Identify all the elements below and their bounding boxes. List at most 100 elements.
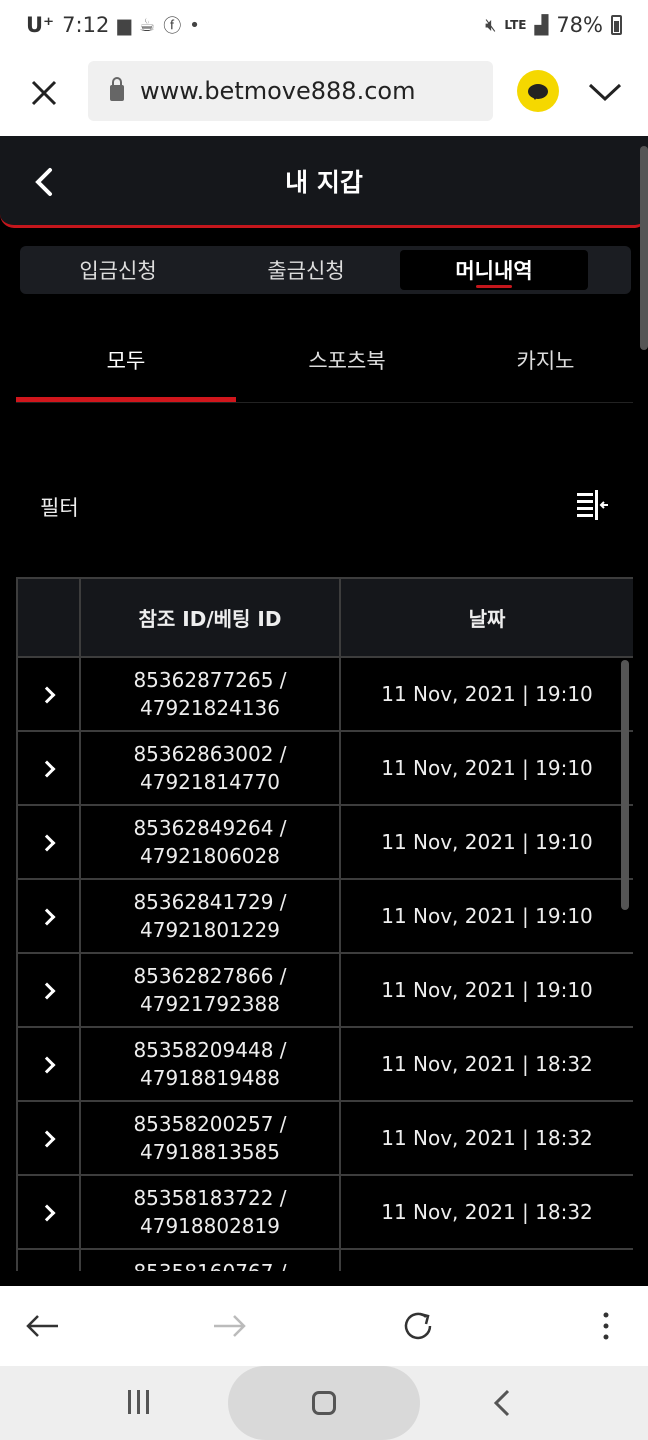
date-cell: 11 Nov, 2021 | 18:32: [339, 1174, 633, 1250]
close-tab-button[interactable]: [0, 50, 88, 136]
row-expand-button[interactable]: [16, 952, 81, 1028]
filter-list-icon[interactable]: [574, 488, 610, 522]
table-row[interactable]: 85362863002 / 47921814770 11 Nov, 2021 | …: [16, 730, 633, 806]
ref-id: 85358183722 /: [133, 1186, 287, 1210]
date-cell: 11 Nov, 2021 | 19:10: [339, 656, 633, 732]
reload-icon[interactable]: [398, 1306, 438, 1346]
home-icon: [312, 1391, 336, 1415]
wallet-tabs: 입금신청 출금신청 머니내역: [20, 246, 631, 294]
table-row[interactable]: 85362877265 / 47921824136 11 Nov, 2021 | …: [16, 656, 633, 732]
signal-icon: ▟: [534, 14, 549, 36]
table-row[interactable]: 85358209448 / 47918819488 11 Nov, 2021 | …: [16, 1026, 633, 1102]
bet-id: 47918802819: [140, 1214, 280, 1238]
date-cell: 11 Nov, 2021 | 18:32: [339, 1100, 633, 1176]
ref-bet-id-cell: 85358160767 /: [79, 1248, 341, 1271]
table-row[interactable]: 85362841729 / 47921801229 11 Nov, 2021 | …: [16, 878, 633, 954]
table-row[interactable]: 85362849264 / 47921806028 11 Nov, 2021 | …: [16, 804, 633, 880]
chevron-right-icon: [38, 1056, 55, 1074]
row-expand-button[interactable]: [16, 1248, 81, 1271]
page-title: 내 지갑: [285, 167, 363, 197]
history-sub-tabs: 모두 스포츠북 카지노: [16, 318, 633, 403]
table-row[interactable]: 85358160767 /: [16, 1248, 633, 1271]
row-expand-button[interactable]: [16, 1174, 81, 1250]
chevron-right-icon: [38, 834, 55, 852]
date-cell: 11 Nov, 2021 | 19:10: [339, 878, 633, 954]
url-bar[interactable]: www.betmove888.com: [88, 61, 493, 121]
bet-id: 47921792388: [140, 992, 280, 1016]
subtab-all[interactable]: 모두: [16, 318, 236, 402]
history-table-wrap: 참조 ID/베팅 ID 날짜 85362877265 / 47921824136 …: [16, 577, 633, 1271]
row-expand-button[interactable]: [16, 656, 81, 732]
chevron-right-icon: [38, 908, 55, 926]
chevron-down-icon[interactable]: [585, 72, 625, 112]
message-icon: ▆: [117, 14, 132, 36]
back-button[interactable]: [26, 162, 62, 202]
page-scrollbar[interactable]: [640, 146, 648, 350]
app-notification-icon: ☕: [139, 14, 156, 36]
arrow-left-icon[interactable]: [22, 1306, 62, 1346]
row-expand-button[interactable]: [16, 804, 81, 880]
ref-id: 85362877265 /: [133, 668, 287, 692]
row-expand-button[interactable]: [16, 730, 81, 806]
tab-deposit[interactable]: 입금신청: [24, 250, 212, 290]
table-header-row: 참조 ID/베팅 ID 날짜: [16, 577, 633, 658]
system-back-button[interactable]: [488, 1386, 518, 1420]
ref-id: 85362849264 /: [133, 816, 287, 840]
date-cell: 11 Nov, 2021 | 19:10: [339, 952, 633, 1028]
arrow-right-icon[interactable]: [210, 1306, 250, 1346]
ref-id: 85358209448 /: [133, 1038, 287, 1062]
table-row[interactable]: 85358183722 / 47918802819 11 Nov, 2021 | …: [16, 1174, 633, 1250]
home-button[interactable]: [228, 1366, 420, 1440]
subtab-sportsbook[interactable]: 스포츠북: [236, 318, 458, 402]
ref-bet-id-cell: 85362841729 / 47921801229: [79, 878, 341, 954]
carrier-label: U⁺: [26, 13, 55, 37]
mute-icon: 🔇︎: [485, 14, 497, 36]
row-expand-button[interactable]: [16, 1100, 81, 1176]
ref-id: 85362841729 /: [133, 890, 287, 914]
chevron-right-icon: [38, 982, 55, 1000]
ref-bet-id-cell: 85362827866 / 47921792388: [79, 952, 341, 1028]
chevron-right-icon: [38, 686, 55, 704]
table-row[interactable]: 85362827866 / 47921792388 11 Nov, 2021 | …: [16, 952, 633, 1028]
tab-withdraw[interactable]: 출금신청: [212, 250, 400, 290]
facebook-icon: ⓕ: [163, 16, 182, 37]
more-vertical-icon[interactable]: [586, 1306, 626, 1346]
app-header: 내 지갑: [0, 136, 648, 228]
more-notifications-icon: •: [189, 14, 200, 36]
history-table: 참조 ID/베팅 ID 날짜 85362877265 / 47921824136 …: [16, 577, 633, 1271]
battery-icon: [611, 15, 622, 35]
bet-id: 47921824136: [140, 696, 280, 720]
chevron-right-icon: [38, 1130, 55, 1148]
bet-id: 47921806028: [140, 844, 280, 868]
row-expand-button[interactable]: [16, 1026, 81, 1102]
status-bar: U⁺ 7:12 ▆ ☕ ⓕ • 🔇︎ LTE ▟ 78%: [0, 0, 648, 50]
date-cell: 11 Nov, 2021 | 18:32: [339, 1026, 633, 1102]
kakao-chat-button[interactable]: [517, 70, 559, 112]
ref-id: 85358160767 /: [133, 1260, 286, 1271]
android-nav-bar: [0, 1366, 648, 1440]
header-expand: [16, 577, 81, 658]
bet-id: 47918813585: [140, 1140, 280, 1164]
recent-apps-icon: [146, 1390, 149, 1414]
header-ref-bet-id: 참조 ID/베팅 ID: [79, 577, 341, 658]
status-right: 🔇︎ LTE ▟ 78%: [485, 13, 622, 37]
network-label: LTE: [504, 18, 527, 32]
ref-id: 85362827866 /: [133, 964, 287, 988]
bet-id: 47921801229: [140, 918, 280, 942]
close-icon: [31, 80, 57, 106]
ref-bet-id-cell: 85358209448 / 47918819488: [79, 1026, 341, 1102]
date-cell: 11 Nov, 2021 | 19:10: [339, 730, 633, 806]
date-cell: 11 Nov, 2021 | 19:10: [339, 804, 633, 880]
bet-id: 47918819488: [140, 1066, 280, 1090]
table-scrollbar[interactable]: [621, 660, 629, 910]
browser-toolbar: www.betmove888.com: [0, 50, 648, 136]
tab-money-history[interactable]: 머니내역: [400, 250, 588, 290]
row-expand-button[interactable]: [16, 878, 81, 954]
recent-apps-icon: [128, 1390, 131, 1414]
header-date: 날짜: [339, 577, 633, 658]
ref-bet-id-cell: 85362877265 / 47921824136: [79, 656, 341, 732]
recent-apps-button[interactable]: [128, 1390, 156, 1416]
subtab-casino[interactable]: 카지노: [458, 318, 633, 402]
ref-bet-id-cell: 85358200257 / 47918813585: [79, 1100, 341, 1176]
table-row[interactable]: 85358200257 / 47918813585 11 Nov, 2021 | …: [16, 1100, 633, 1176]
